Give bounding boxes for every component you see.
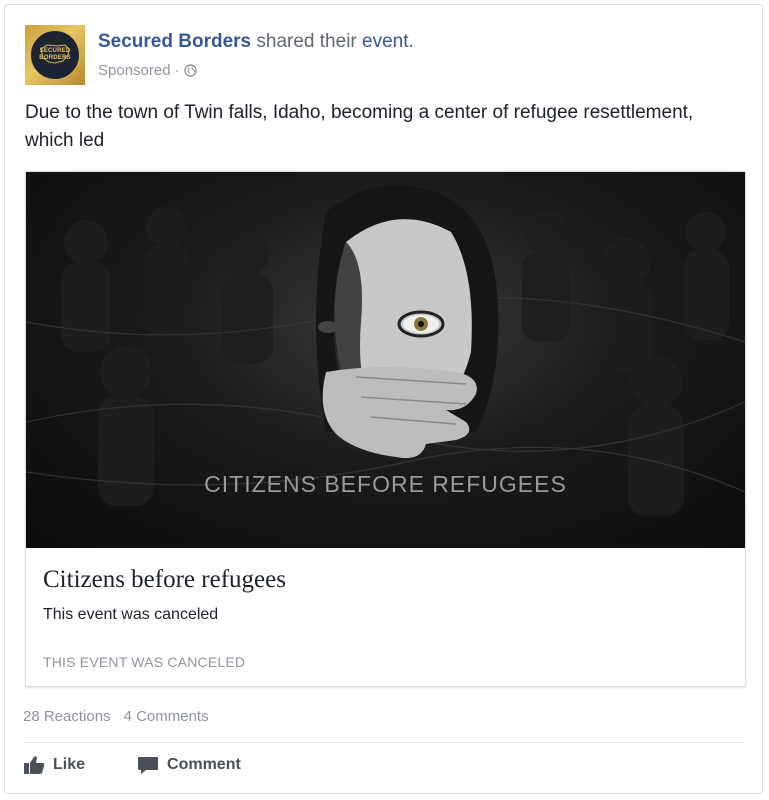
actions-divider <box>23 742 745 743</box>
globe-icon[interactable] <box>183 64 197 77</box>
event-attachment[interactable]: CITIZENS BEFORE REFUGEES Citizens before… <box>25 171 746 687</box>
page-avatar[interactable]: SECURED BORDERS <box>25 25 85 85</box>
engagement-counts: 28 Reactions 4 Comments <box>23 708 209 725</box>
comment-button[interactable]: Comment <box>137 755 241 775</box>
avatar-logo: SECURED BORDERS <box>30 30 80 80</box>
sponsored-label[interactable]: Sponsored <box>98 62 171 79</box>
page-name-link[interactable]: Secured Borders <box>98 31 251 52</box>
comment-bubble-icon <box>138 757 159 774</box>
thumbs-up-icon <box>24 756 45 774</box>
post-meta: Sponsored · <box>98 62 197 79</box>
event-subtitle: This event was canceled <box>43 606 219 623</box>
event-cover-image[interactable]: CITIZENS BEFORE REFUGEES <box>26 172 745 548</box>
sponsored-post-card: SECURED BORDERS Secured Borders shared t… <box>4 4 763 794</box>
comment-label: Comment <box>167 756 241 773</box>
post-body-text: Due to the town of Twin falls, Idaho, be… <box>25 102 694 151</box>
meta-separator: · <box>174 62 180 79</box>
post-header: Secured Borders shared their event. <box>98 31 414 53</box>
like-label: Like <box>53 756 86 773</box>
event-title[interactable]: Citizens before refugees <box>43 566 286 594</box>
like-button[interactable]: Like <box>23 755 85 775</box>
shared-text: shared their <box>256 31 357 52</box>
avatar-logo-text: SECURED BORDERS <box>39 48 71 61</box>
cover-caption: CITIZENS BEFORE REFUGEES <box>204 471 567 497</box>
comments-count[interactable]: 4 Comments <box>124 708 209 725</box>
reactions-count[interactable]: 28 Reactions <box>23 708 111 725</box>
event-link[interactable]: event. <box>362 31 414 52</box>
post-actions: Like Comment <box>23 755 241 775</box>
event-status-label: THIS EVENT WAS CANCELED <box>43 654 246 670</box>
